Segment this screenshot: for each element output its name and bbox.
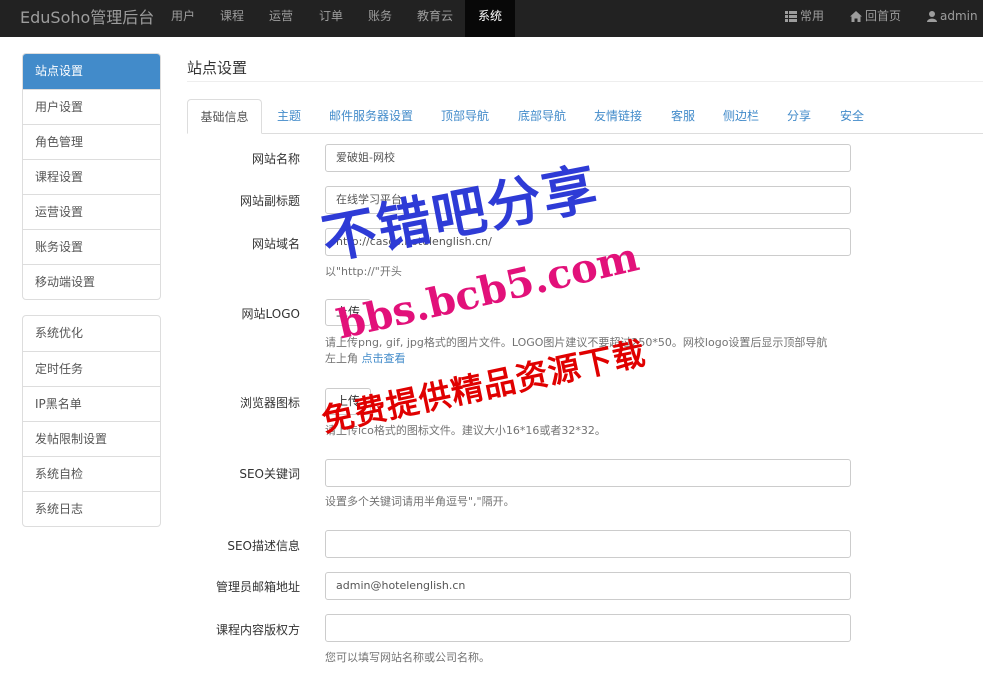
brand-logo[interactable]: EduSoho管理后台 [20,0,154,37]
list-icon [785,11,797,22]
sidebar-item-scheduled-tasks[interactable]: 定时任务 [23,351,160,386]
sidebar-item-self-check[interactable]: 系统自检 [23,456,160,491]
favicon-help: 请上传ico格式的图标文件。建议大小16*16或者32*32。 [325,424,606,437]
copyright-help: 您可以填写网站名称或公司名称。 [325,651,490,664]
tab-theme[interactable]: 主题 [270,99,308,134]
common-label: 常用 [800,9,825,23]
sidebar-item-course-settings[interactable]: 课程设置 [23,159,160,194]
sidebar-item-operation-settings[interactable]: 运营设置 [23,194,160,229]
site-url-label: 网站域名 [251,237,300,251]
nav-item-operation[interactable]: 运营 [269,0,293,37]
sidebar-item-user-settings[interactable]: 用户设置 [23,89,160,124]
tab-friend-links[interactable]: 友情链接 [585,99,651,134]
home-icon [850,11,862,22]
tab-sidebar[interactable]: 侧边栏 [714,99,768,134]
sidebar-item-system-optimize[interactable]: 系统优化 [23,316,160,351]
sidebar-item-ip-blacklist[interactable]: IP黑名单 [23,386,160,421]
tab-customer-service[interactable]: 客服 [662,99,704,134]
logo-preview-link[interactable]: 点击查看 [362,352,406,365]
nav-item-courses[interactable]: 课程 [220,0,244,37]
top-navbar: EduSoho管理后台 用户 课程 运营 订单 账务 教育云 系统 常用 回首页… [0,0,983,37]
logo-upload-button[interactable]: 上传 [325,299,371,326]
site-name-label: 网站名称 [251,152,300,166]
tab-basic-info[interactable]: 基础信息 [187,99,262,134]
site-url-input[interactable]: http://cases.hotelenglish.cn/ [325,228,851,256]
user-menu[interactable]: admin [927,0,983,37]
home-link[interactable]: 回首页 [850,0,901,37]
sidebar-item-role-management[interactable]: 角色管理 [23,124,160,159]
logo-help-line2: 左上角 点击查看 [325,350,406,366]
nav-item-orders[interactable]: 订单 [319,0,343,37]
seo-keywords-input[interactable] [325,459,851,487]
seo-description-label: SEO描述信息 [227,539,300,553]
logo-help-line1: 请上传png, gif, jpg格式的图片文件。LOGO图片建议不要超过250*… [325,336,828,349]
copyright-input[interactable] [325,614,851,642]
master-email-label: 管理员邮箱地址 [215,580,300,594]
page-title: 站点设置 [187,59,248,77]
seo-description-input[interactable] [325,530,851,558]
sidebar-group-system: 系统优化 定时任务 IP黑名单 发帖限制设置 系统自检 系统日志 [22,315,161,527]
sidebar-item-mobile-settings[interactable]: 移动端设置 [23,264,160,299]
favicon-upload-button[interactable]: 上传 [325,388,371,415]
seo-keywords-help: 设置多个关键词请用半角逗号","隔开。 [325,495,515,508]
tab-security[interactable]: 安全 [830,99,874,134]
sidebar-item-post-limit[interactable]: 发帖限制设置 [23,421,160,456]
sidebar-group-site: 站点设置 用户设置 角色管理 课程设置 运营设置 账务设置 移动端设置 [22,53,161,300]
nav-item-edu-cloud[interactable]: 教育云 [417,0,453,37]
site-name-input[interactable]: 爱破姐-网校 [325,144,851,172]
site-slogan-input[interactable]: 在线学习平台 [325,186,851,214]
nav-item-users[interactable]: 用户 [171,0,195,37]
tab-top-nav[interactable]: 顶部导航 [432,99,498,134]
sidebar-item-site-settings[interactable]: 站点设置 [23,54,160,89]
tab-footer-nav[interactable]: 底部导航 [509,99,575,134]
logo-help-text: 左上角 [325,352,358,365]
sidebar-item-finance-settings[interactable]: 账务设置 [23,229,160,264]
user-label: admin [940,9,978,23]
tab-mail-server[interactable]: 邮件服务器设置 [320,99,422,134]
nav-item-system[interactable]: 系统 [465,0,515,37]
seo-keywords-label: SEO关键词 [239,467,300,481]
common-menu[interactable]: 常用 [785,0,824,37]
tab-share[interactable]: 分享 [778,99,820,134]
home-label: 回首页 [865,9,902,23]
sidebar-item-system-log[interactable]: 系统日志 [23,491,160,526]
nav-item-finance[interactable]: 账务 [368,0,392,37]
site-slogan-label: 网站副标题 [239,194,300,208]
favicon-label: 浏览器图标 [239,396,300,410]
logo-label: 网站LOGO [241,307,300,321]
copyright-label: 课程内容版权方 [215,623,300,637]
site-url-help: 以"http://"开头 [325,265,402,278]
title-divider [187,81,983,82]
user-icon [927,11,937,22]
master-email-input[interactable]: admin@hotelenglish.cn [325,572,851,600]
